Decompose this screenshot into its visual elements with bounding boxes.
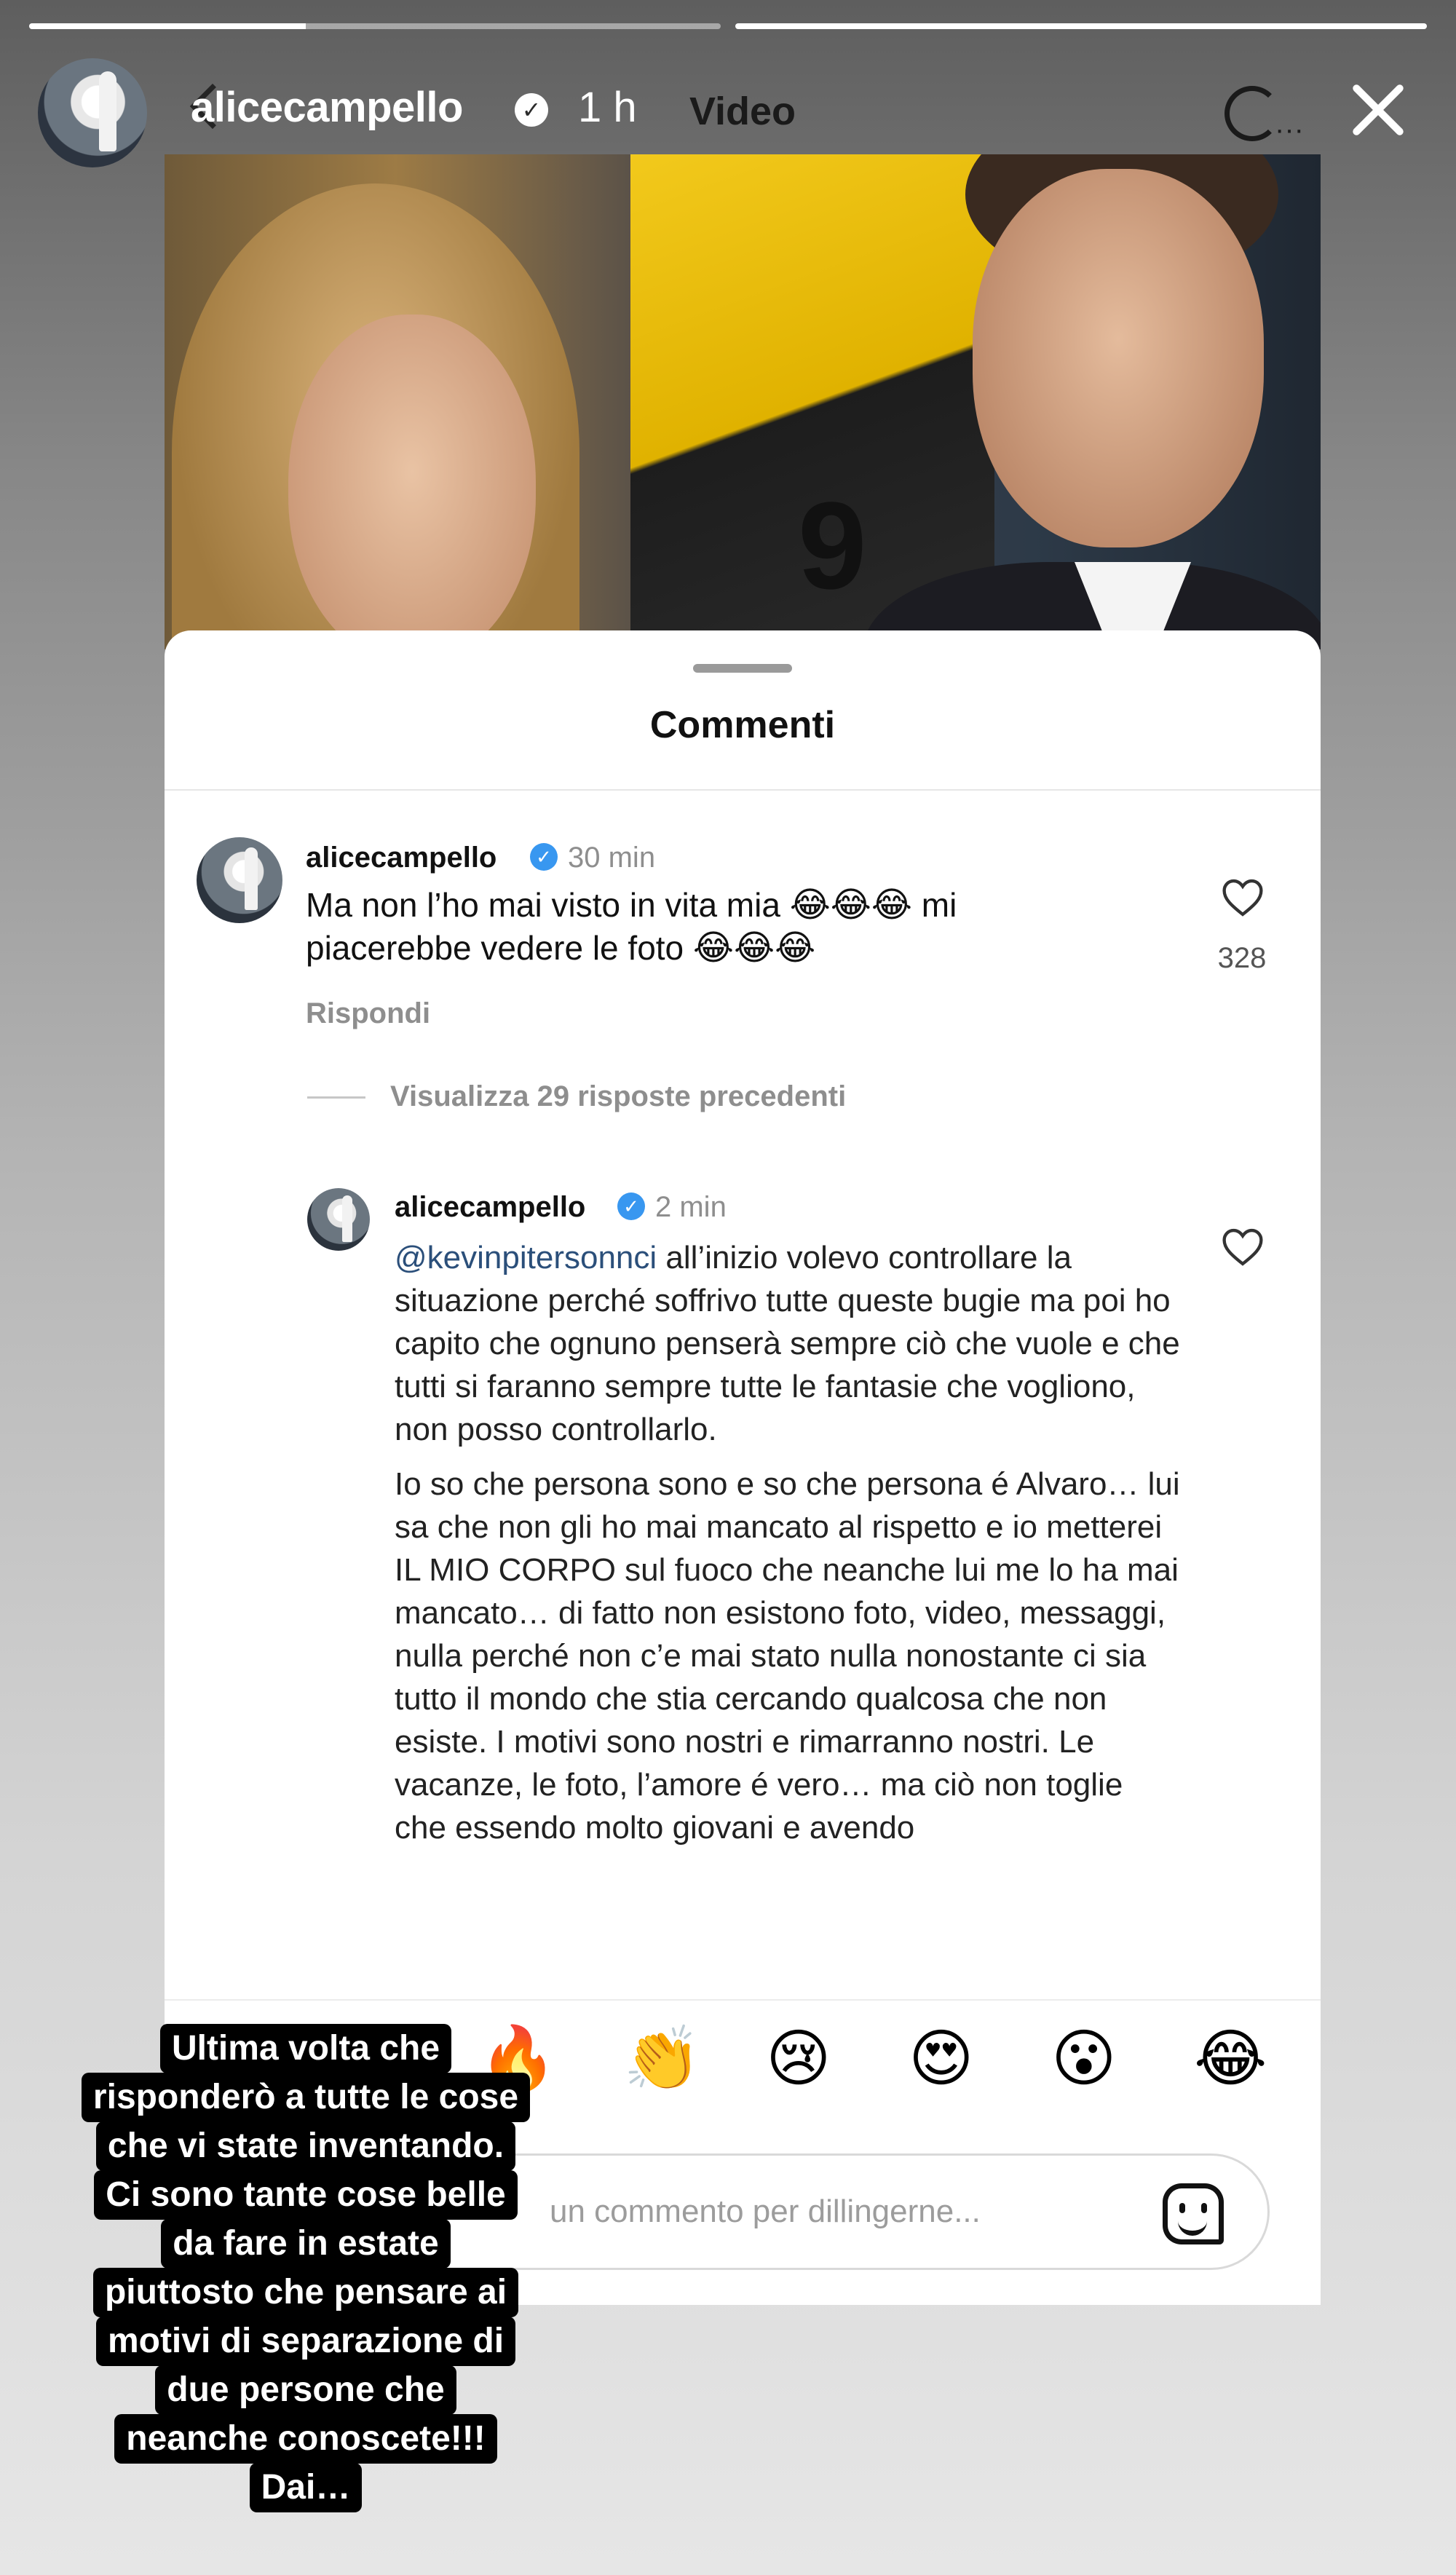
verified-badge-icon: ✓ [515,93,548,127]
caption-line: neanche conoscete!!! [114,2414,497,2464]
photo-face-woman [288,315,536,649]
laughing-emoji-icon: 😂😂😂 [789,886,912,925]
avatar[interactable] [307,1188,370,1251]
avatar[interactable] [197,837,282,923]
caption-line: Ultima volta che [159,2024,452,2073]
comment-input-placeholder: un commento per dillingerne... [550,2194,981,2229]
mention-link[interactable]: @kevinpitersonnci [395,1240,657,1275]
story-username[interactable]: alicecampello [191,83,463,132]
comments-title: Commenti [649,704,836,746]
caption-line: Ci sono tante cose belle [94,2170,518,2220]
comment-username[interactable]: alicecampello [306,842,496,874]
close-icon[interactable] [1338,70,1418,150]
comment-text-line: piacerebbe vedere le foto 😂😂😂 [306,929,816,968]
caption-line-row: motivi di separazione di [58,2317,553,2366]
story-avatar[interactable] [38,58,147,167]
story-progress-segment [735,23,1427,29]
caption-line-row: che vi state inventando. [58,2121,553,2171]
caption-line-row: Dai… [58,2463,553,2512]
divider [307,1096,365,1099]
caption-line-row: Ci sono tante cose belle [58,2170,553,2220]
caption-line: risponderò a tutte le cose [81,2073,531,2122]
caption-line: da fare in estate [161,2219,451,2269]
reply-paragraph: Io so che persona sono e so che persona … [395,1466,1180,1846]
clapping-emoji-icon[interactable]: 👏 [623,2022,701,2095]
heart-icon[interactable] [1222,1227,1264,1267]
reply-paragraph: @kevinpitersonnci all’inizio volevo cont… [395,1240,1180,1447]
caption-line-row: neanche conoscete!!! [58,2414,553,2464]
caption-line: due persone che [155,2365,456,2415]
video-thumbnail-photo: 9 [165,154,1321,649]
story-time: 1 h [578,84,637,131]
comment-time: 30 min [568,842,656,874]
photo-face-man [973,169,1264,547]
story-progress [29,23,1427,29]
verified-badge-icon: ✓ [530,843,558,871]
reply-time: 2 min [655,1191,727,1223]
reply-button[interactable]: Rispondi [306,997,430,1030]
comment-text-line: Ma non l’ho mai visto in vita mia 😂😂😂 mi [306,886,957,925]
reply-username[interactable]: alicecampello [395,1191,585,1224]
verified-badge-icon: ✓ [617,1192,645,1220]
caption-line: piuttosto che pensare ai [92,2268,519,2317]
caption-line-row: risponderò a tutte le cose [58,2073,553,2122]
sticker-icon[interactable] [1163,2183,1224,2244]
story-caption: Ultima volta che risponderò a tutte le co… [58,2024,553,2512]
view-previous-replies-button[interactable]: Visualizza 29 risposte precedenti [390,1080,846,1113]
drag-handle[interactable] [693,664,792,673]
like-count: 328 [1217,942,1267,974]
caption-line-row: piuttosto che pensare ai [58,2268,553,2317]
comment-text: Ma non l’ho mai visto in vita mia 😂😂😂 mi… [306,884,1179,970]
caption-line-row: due persone che [58,2365,553,2415]
story-progress-fill [735,23,1427,29]
reply-text: @kevinpitersonnci all’inizio volevo cont… [395,1236,1181,1993]
divider [165,789,1321,791]
caption-line: Dai… [249,2463,363,2512]
caption-line-row: Ultima volta che [58,2024,553,2073]
caption-line: motivi di separazione di [95,2317,516,2366]
story-progress-fill [29,23,306,29]
surprised-emoji-icon[interactable]: 😮 [1051,2022,1117,2095]
story-progress-segment [29,23,721,29]
caption-line: che vi state inventando. [95,2121,516,2171]
crying-emoji-icon[interactable]: 😢 [766,2022,831,2095]
story-header: alicecampello ✓ 1 h [38,55,1418,172]
caption-line-row: da fare in estate [58,2219,553,2269]
laughing-emoji-icon: 😂😂😂 [692,929,816,968]
laughing-emoji-icon[interactable]: 😂 [1194,2022,1267,2095]
heart-eyes-emoji-icon[interactable]: 😍 [909,2022,974,2095]
heart-icon[interactable] [1222,878,1264,917]
photo-jersey-number: 9 [798,477,867,615]
